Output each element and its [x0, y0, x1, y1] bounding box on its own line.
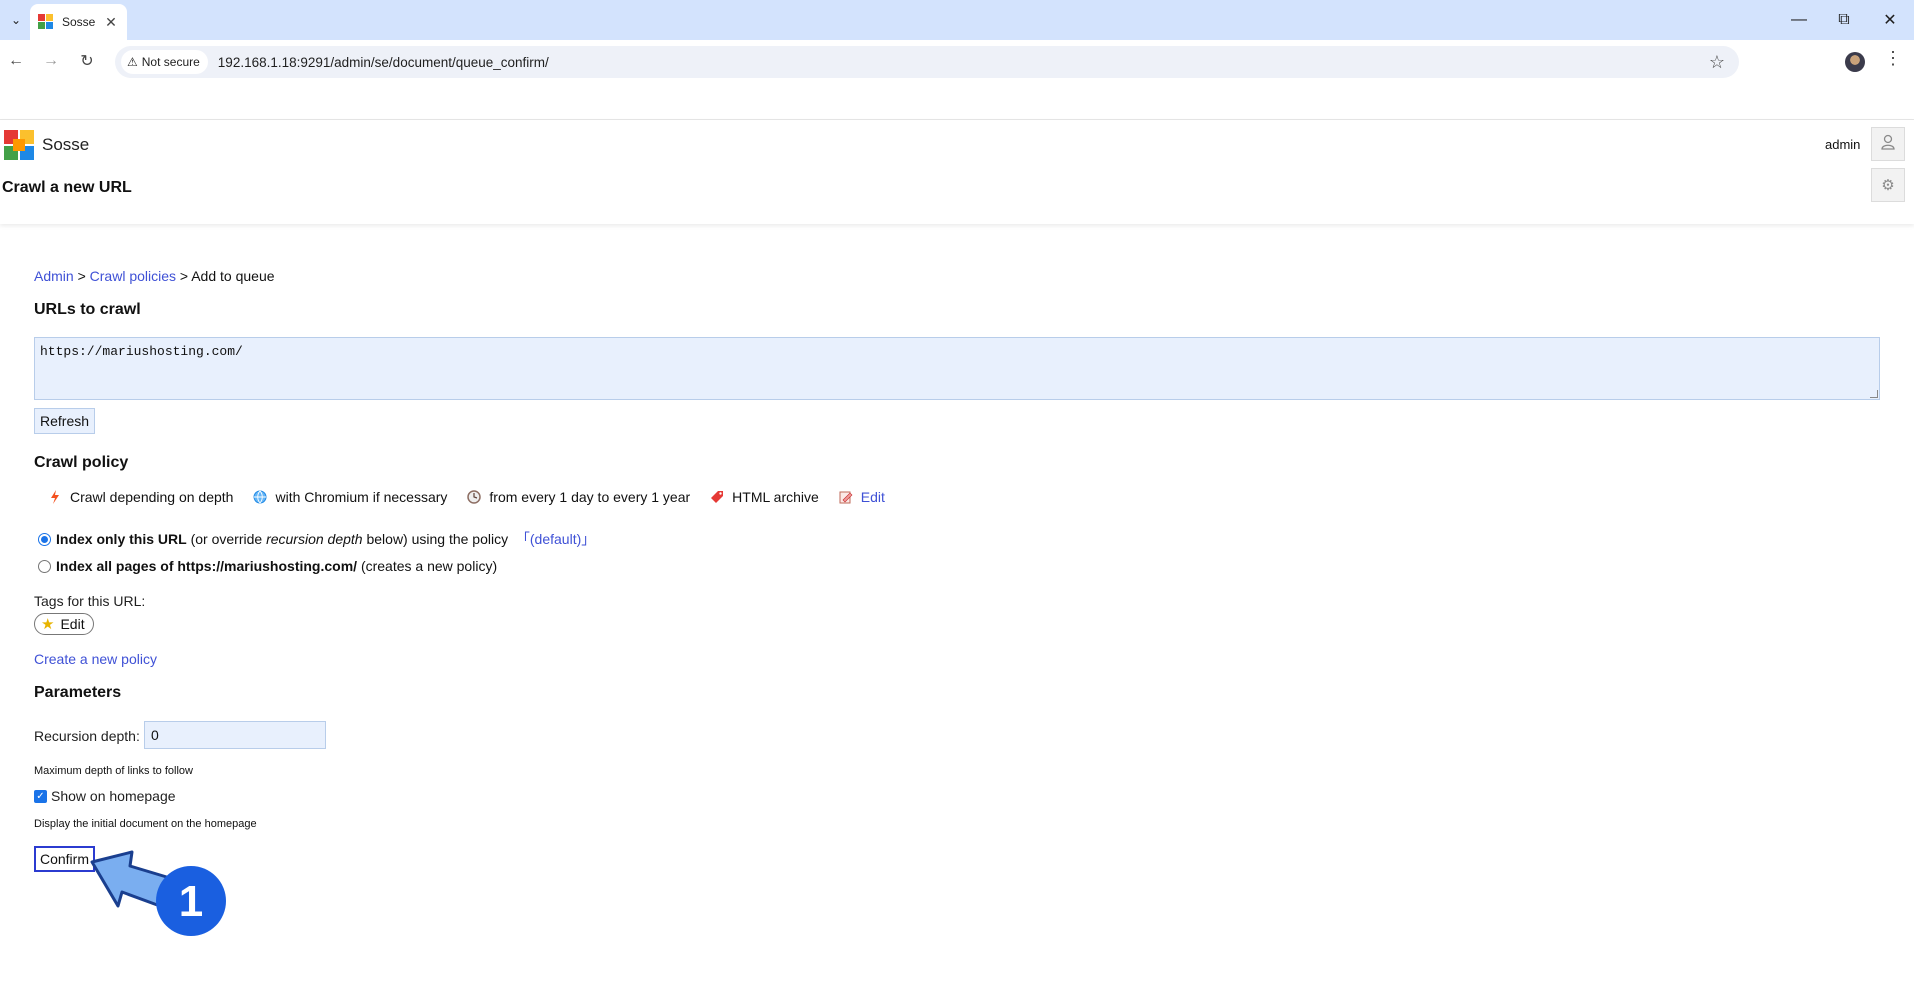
parameters-heading: Parameters [34, 684, 122, 701]
star-icon: ★ [41, 616, 55, 633]
reload-icon[interactable]: ↻ [73, 47, 101, 75]
brand-name[interactable]: Sosse [42, 135, 89, 155]
gear-icon: ⚙ [1881, 177, 1895, 194]
window-close-icon[interactable]: ✕ [1868, 0, 1912, 40]
user-profile-button[interactable] [1871, 127, 1905, 161]
tab-search-chevron-icon[interactable]: ⌄ [4, 8, 28, 32]
profile-avatar[interactable] [1845, 52, 1865, 72]
globe-icon [253, 490, 267, 504]
tags-label: Tags for this URL: [34, 593, 146, 609]
urls-textarea[interactable]: https://mariushosting.com/ [34, 337, 1880, 400]
browser-menu-icon[interactable]: ⋮ [1884, 48, 1902, 69]
url-text[interactable]: 192.168.1.18:9291/admin/se/document/queu… [218, 55, 549, 70]
browser-toolbar: ← → ↻ ⚠ Not secure 192.168.1.18:9291/adm… [0, 40, 1914, 82]
settings-button[interactable]: ⚙ [1871, 168, 1905, 202]
confirm-button[interactable]: Confirm [34, 846, 95, 872]
tags-edit-label: Edit [60, 616, 85, 632]
tab-close-icon[interactable]: ✕ [103, 14, 119, 31]
breadcrumb-separator: > [77, 268, 86, 284]
policy-summary-item: from every 1 day to every 1 year [467, 489, 690, 505]
breadcrumb-separator: > [179, 268, 189, 284]
show-on-homepage-help: Display the initial document on the home… [34, 818, 257, 830]
tag-icon [710, 490, 724, 504]
tags-edit-button[interactable]: ★ Edit [34, 613, 94, 635]
index-all-radio[interactable] [38, 559, 51, 573]
option1-rest-text: below) using the policy [366, 531, 509, 547]
step-number: 1 [179, 877, 203, 926]
policy-summary-item: Crawl depending on depth [48, 489, 233, 505]
warning-icon: ⚠ [127, 55, 138, 69]
restore-icon[interactable]: ⧉ [1822, 0, 1866, 40]
bookmark-star-icon[interactable]: ☆ [1709, 52, 1725, 73]
breadcrumb-admin-link[interactable]: Admin [34, 268, 74, 284]
show-on-homepage-label: Show on homepage [51, 788, 176, 804]
option-index-all-pages[interactable]: Index all pages of https://mariushosting… [38, 558, 497, 574]
policy-summary-item: HTML archive [710, 489, 819, 505]
option1-italic-text: recursion depth [266, 531, 363, 547]
option2-bold-label: Index all pages of https://mariushosting… [56, 558, 358, 574]
minimize-icon[interactable]: — [1777, 0, 1821, 40]
edit-pencil-icon [839, 490, 853, 504]
option1-mid-text: (or override [190, 531, 263, 547]
sosse-logo-icon[interactable] [4, 130, 34, 160]
pointer-arrow-icon [90, 850, 172, 908]
security-chip[interactable]: ⚠ Not secure [121, 50, 208, 74]
site-header: Sosse Crawl a new URL admin ⚙ [0, 120, 1914, 224]
page-title: Crawl a new URL [2, 179, 132, 196]
option2-rest-text: (creates a new policy) [360, 558, 498, 574]
lightning-icon [48, 490, 62, 504]
policy-edit-link-wrap[interactable]: Edit [839, 489, 885, 505]
clock-icon [467, 490, 482, 504]
show-on-homepage-checkbox[interactable]: ✓ [34, 789, 47, 803]
policy-browser-label: with Chromium if necessary [275, 489, 448, 505]
policy-frequency-label: from every 1 day to every 1 year [489, 489, 691, 505]
option-index-only-this-url[interactable]: Index only this URL (or override recursi… [38, 529, 595, 549]
security-label: Not secure [141, 55, 200, 69]
index-only-radio[interactable] [38, 532, 51, 546]
resize-grip-icon[interactable] [1870, 390, 1878, 398]
tab-title: Sosse [62, 15, 96, 29]
forward-arrow-icon[interactable]: → [37, 47, 65, 75]
create-policy-link[interactable]: Create a new policy [34, 651, 157, 667]
recursion-depth-help: Maximum depth of links to follow [34, 765, 193, 777]
back-arrow-icon[interactable]: ← [2, 47, 30, 75]
recursion-depth-input[interactable]: 0 [144, 721, 326, 749]
address-bar[interactable]: ⚠ Not secure 192.168.1.18:9291/admin/se/… [115, 46, 1739, 78]
browser-tab[interactable]: Sosse ✕ [30, 4, 127, 40]
crawl-policy-heading: Crawl policy [34, 454, 129, 471]
policy-summary-item: with Chromium if necessary [253, 489, 447, 505]
default-policy-link[interactable]: 「(default)」 [516, 529, 595, 549]
breadcrumb-current: Add to queue [191, 268, 275, 284]
breadcrumb: Admin > Crawl policies > Add to queue [34, 268, 275, 284]
refresh-button[interactable]: Refresh [34, 408, 96, 434]
policy-recursion-label: Crawl depending on depth [70, 489, 234, 505]
sosse-favicon-icon [38, 14, 54, 30]
urls-heading: URLs to crawl [34, 301, 141, 318]
show-on-homepage-row[interactable]: ✓ Show on homepage [34, 788, 176, 804]
policy-archive-label: HTML archive [732, 489, 819, 505]
user-icon [1881, 134, 1895, 154]
recursion-depth-label: Recursion depth: [34, 728, 140, 744]
policy-summary: Crawl depending on depth with Chromium i… [48, 489, 905, 505]
step-badge [156, 866, 226, 936]
urls-textarea-value: https://mariushosting.com/ [40, 344, 243, 359]
option1-bold-label: Index only this URL [56, 531, 187, 547]
breadcrumb-crawl-policies-link[interactable]: Crawl policies [90, 268, 176, 284]
username: admin [1825, 137, 1861, 152]
policy-edit-link[interactable]: Edit [861, 489, 885, 505]
browser-tab-bar: ⌄ Sosse ✕ — ⧉ ✕ [0, 0, 1914, 40]
